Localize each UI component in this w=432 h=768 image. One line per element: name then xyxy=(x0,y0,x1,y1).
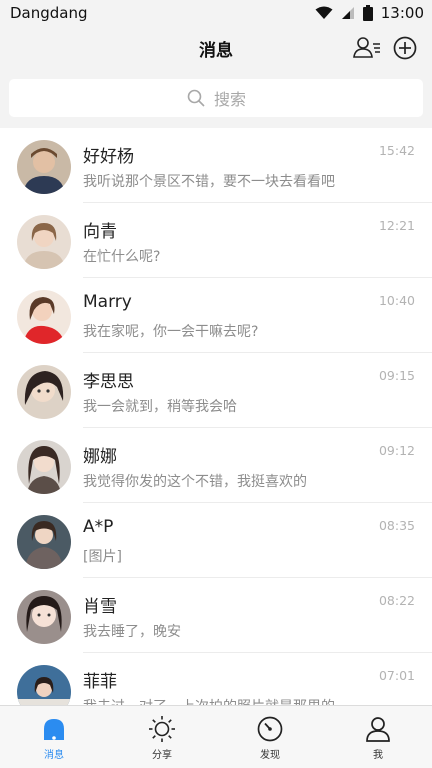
nav-bar: 消息 xyxy=(0,28,432,66)
contacts-button[interactable] xyxy=(352,33,382,63)
conversation-name: 菲菲 xyxy=(83,672,117,692)
avatar xyxy=(17,140,71,194)
search-input[interactable]: 搜索 xyxy=(9,79,423,117)
conversation-time: 07:01 xyxy=(378,668,415,683)
conversation-name: 娜娜 xyxy=(83,447,117,467)
conversation-time: 08:35 xyxy=(378,518,415,533)
conversation-list: 好好杨 我听说那个景区不错，要不一块去看看吧 15:42 向青 在忙什么呢? 1… xyxy=(0,128,432,705)
conversation-item[interactable]: A*P [图片] 08:35 xyxy=(0,503,432,578)
tab-label: 消息 xyxy=(44,750,64,761)
conversation-name: Marry xyxy=(83,292,132,312)
tab-discover[interactable]: 发现 xyxy=(216,706,324,768)
conversation-preview: 我去睡了，晚安 xyxy=(83,624,181,640)
conversation-time: 09:12 xyxy=(378,443,415,458)
conversation-item[interactable]: Marry 我在家呢，你一会干嘛去呢? 10:40 xyxy=(0,278,432,353)
conversation-name: 肖雪 xyxy=(83,597,117,617)
search-placeholder: 搜索 xyxy=(213,90,246,109)
conversation-name: 向青 xyxy=(83,222,117,242)
tab-label: 我 xyxy=(373,750,383,761)
avatar xyxy=(17,665,71,705)
compass-icon xyxy=(257,716,283,742)
tab-label: 发现 xyxy=(260,750,280,761)
search-area: 搜索 xyxy=(0,66,432,128)
conversation-item[interactable]: 菲菲 我去过，对了，上次拍的照片就是那里的 07:01 xyxy=(0,653,432,705)
status-bar: Dangdang 13:00 xyxy=(0,0,432,28)
avatar xyxy=(17,440,71,494)
carrier-name: Dangdang xyxy=(10,4,88,22)
tab-share[interactable]: 分享 xyxy=(108,706,216,768)
conversation-item[interactable]: 向青 在忙什么呢? 12:21 xyxy=(0,203,432,278)
sun-icon xyxy=(149,716,175,742)
tab-me[interactable]: 我 xyxy=(324,706,432,768)
contacts-list-icon xyxy=(353,37,380,58)
tab-messages[interactable]: 消息 xyxy=(0,706,108,768)
status-time: 13:00 xyxy=(380,4,424,22)
tab-bar: 消息 分享 发现 我 xyxy=(0,705,432,768)
conversation-item[interactable]: 娜娜 我觉得你发的这个不错，我挺喜欢的 09:12 xyxy=(0,428,432,503)
tab-label: 分享 xyxy=(152,750,172,761)
avatar xyxy=(17,290,71,344)
conversation-preview: [图片] xyxy=(83,549,122,565)
status-icons: 13:00 xyxy=(315,4,424,22)
add-button[interactable] xyxy=(390,33,420,63)
bell-icon xyxy=(44,719,64,740)
conversation-preview: 我听说那个景区不错，要不一块去看看吧 xyxy=(83,174,335,190)
conversation-name: 好好杨 xyxy=(83,147,134,167)
signal-icon xyxy=(341,7,354,19)
avatar xyxy=(17,365,71,419)
conversation-preview: 在忙什么呢? xyxy=(83,249,161,265)
conversation-time: 10:40 xyxy=(378,293,415,308)
conversation-name: 李思思 xyxy=(83,372,134,392)
conversation-preview: 我在家呢，你一会干嘛去呢? xyxy=(83,324,259,340)
conversation-time: 08:22 xyxy=(378,593,415,608)
search-icon xyxy=(187,89,205,107)
avatar xyxy=(17,215,71,269)
conversation-preview: 我觉得你发的这个不错，我挺喜欢的 xyxy=(83,474,307,490)
conversation-time: 09:15 xyxy=(378,368,415,383)
battery-icon xyxy=(362,5,373,21)
conversation-preview: 我一会就到，稍等我会哈 xyxy=(83,399,237,415)
conversation-time: 12:21 xyxy=(378,218,415,233)
wifi-icon xyxy=(315,6,333,19)
avatar xyxy=(17,515,71,569)
conversation-preview: 我去过，对了，上次拍的照片就是那里的 xyxy=(83,696,335,705)
conversation-time: 15:42 xyxy=(378,143,415,158)
conversation-name: A*P xyxy=(83,517,114,537)
conversation-item[interactable]: 李思思 我一会就到，稍等我会哈 09:15 xyxy=(0,353,432,428)
person-icon xyxy=(366,717,390,742)
avatar xyxy=(17,590,71,644)
conversation-item[interactable]: 好好杨 我听说那个景区不错，要不一块去看看吧 15:42 xyxy=(0,128,432,203)
conversation-item[interactable]: 肖雪 我去睡了，晚安 08:22 xyxy=(0,578,432,653)
plus-circle-icon xyxy=(393,36,417,60)
